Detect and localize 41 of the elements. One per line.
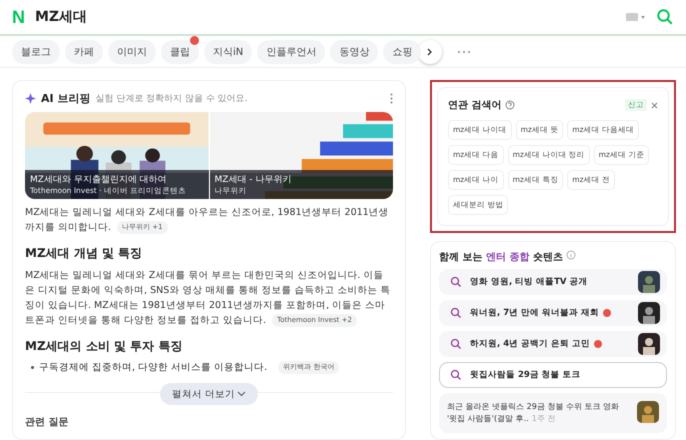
disclaimer-text: 실험 단계로 정확하지 않을 수 있어요. [95,93,249,105]
expand-button[interactable]: 펼쳐서 더보기 [160,383,258,405]
image-caption[interactable]: MZ세대와 무지출챌린지에 대하여 [30,173,204,186]
ai-briefing-title: AI 브리핑 [41,91,90,106]
info-icon [566,250,576,260]
shortents-item[interactable]: 영화 영원, 티빙 애플TV 공개 [439,269,667,295]
more-icon[interactable] [457,50,472,54]
bullet-text: 구독경제에 집중하며, 다양한 서비스를 이용합니다. [39,361,268,374]
search-icon [450,369,462,381]
related-title: 연관 검색어 [448,98,621,112]
chevron-right-icon [426,48,434,56]
summary-card[interactable]: 최근 올라온 넷플릭스 29금 청불 수위 토크 영화 '윗집 사람들'(결말 후.. 1주 전 [439,393,667,433]
section-heading: MZ세대의 소비 및 투자 특징 [25,338,184,355]
nav-tab[interactable]: 인플루언서 [257,40,326,64]
shortents-title: 함께 보는 엔터 종합 숏텐츠 [439,250,667,264]
summary-text: 최근 올라온 넷플릭스 29금 청불 수위 토크 영화 '윗집 사람들'(결말 후.. 1주 전 [447,401,620,425]
nav-tab[interactable]: 동영상 [330,40,378,64]
nav-tab[interactable]: 카페 [65,40,103,64]
next-button[interactable] [418,40,442,64]
help-icon [504,100,515,110]
search-icon [450,338,462,350]
nav-tab[interactable]: 이미지 [108,40,156,64]
section-heading: MZ세대 개념 및 특징 [25,245,144,262]
nav-tab[interactable]: 쇼핑 [383,40,422,64]
shortents-item[interactable]: 윗집사람들 29금 청불 토크 [439,362,667,388]
section-heading: 관련 질문 [25,416,70,429]
search-icon [450,276,462,288]
keyboard-icon[interactable] [626,13,646,21]
nav-tab[interactable]: 지식iN [204,40,252,64]
shortents-item[interactable]: 워너원, 7년 만에 워너블과 재회 [439,300,667,326]
bullet-dot [31,366,34,369]
chevron-down-icon [237,391,246,397]
image-caption[interactable]: MZ세대 - 나무위키 [214,173,388,186]
search-icon [656,8,674,26]
search-query[interactable]: MZ세대 [35,8,616,26]
more-icon[interactable] [390,93,393,104]
nav-tab[interactable]: 블로그 [12,40,60,64]
close-icon[interactable] [651,102,658,108]
search-icon [450,307,462,319]
sparkle-icon [25,93,36,104]
shortents-item[interactable]: 하지원, 4년 공백기 은퇴 고민 [439,331,667,357]
